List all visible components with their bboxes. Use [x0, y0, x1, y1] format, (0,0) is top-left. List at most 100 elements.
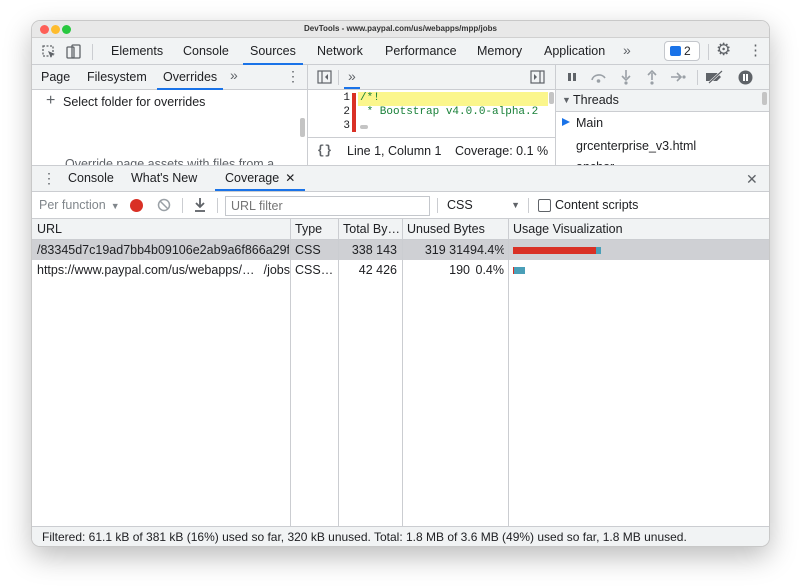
- coverage-gutter-marker: [352, 93, 356, 132]
- debugger-toolbar: [556, 65, 769, 90]
- drawer-tab-bar: ⋮ Console What's New Coverage ✕ ✕: [32, 165, 769, 192]
- title-bar: DevTools - www.paypal.com/us/webapps/mpp…: [32, 21, 769, 38]
- toggle-debugger-icon[interactable]: [530, 70, 545, 84]
- row-url: https://www.paypal.com/us/webapps/…: [37, 263, 255, 277]
- toggle-navigator-icon[interactable]: [317, 70, 332, 84]
- select-folder-button[interactable]: Select folder for overrides: [63, 95, 205, 109]
- column-unused-bytes[interactable]: Unused Bytes: [407, 219, 485, 239]
- line-number: 1: [343, 92, 350, 104]
- navigator-menu-icon[interactable]: ⋮: [286, 68, 300, 85]
- device-toolbar-icon[interactable]: [66, 44, 81, 60]
- pretty-print-icon[interactable]: {}: [317, 144, 332, 158]
- current-line-highlight: [358, 92, 548, 106]
- unused-bytes-bar: [514, 267, 525, 274]
- editor-status-bar: {} Line 1, Column 1 Coverage: 0.1 %: [308, 137, 555, 165]
- content-scripts-checkbox[interactable]: [538, 199, 551, 212]
- code-line: /*!: [360, 92, 380, 104]
- unused-bytes-bar: [596, 247, 601, 254]
- line-number: 2: [343, 106, 350, 118]
- window-title: DevTools - www.paypal.com/us/webapps/mpp…: [304, 24, 497, 33]
- column-url[interactable]: URL: [37, 219, 62, 239]
- table-row[interactable]: https://www.paypal.com/us/webapps/… /job…: [32, 260, 769, 280]
- type-filter-select[interactable]: CSS ▼: [447, 198, 520, 212]
- more-tabs-chevron-icon[interactable]: »: [623, 42, 631, 58]
- more-navigator-tabs-icon[interactable]: »: [230, 67, 238, 83]
- dropdown-arrow-icon: ▼: [511, 200, 520, 210]
- deactivate-breakpoints-icon[interactable]: [705, 70, 725, 84]
- close-tab-icon[interactable]: ✕: [285, 171, 295, 185]
- tab-network[interactable]: Network: [317, 38, 363, 65]
- sidebar-scrollbar[interactable]: [762, 92, 767, 105]
- step-out-icon[interactable]: [647, 69, 657, 85]
- overrides-scrollbar[interactable]: [300, 118, 305, 137]
- threads-header: Threads: [573, 93, 619, 107]
- pause-on-exceptions-icon[interactable]: [738, 70, 753, 85]
- tab-performance[interactable]: Performance: [385, 38, 457, 65]
- thread-item-main[interactable]: Main: [576, 116, 603, 130]
- drawer-menu-icon[interactable]: ⋮: [42, 170, 56, 187]
- column-total-bytes[interactable]: Total By…: [343, 219, 403, 239]
- line-number: 3: [343, 120, 350, 132]
- coverage-toolbar: Per function▼ CSS▼ Content scripts: [32, 192, 769, 219]
- row-url-tail: /jobs: [263, 263, 290, 277]
- fold-marker: [360, 125, 368, 129]
- current-thread-arrow-icon: [562, 118, 570, 126]
- tab-overrides[interactable]: Overrides: [157, 65, 224, 90]
- step-over-icon[interactable]: [590, 70, 608, 84]
- tab-page[interactable]: Page: [41, 65, 70, 90]
- export-download-icon[interactable]: [193, 197, 207, 213]
- column-usage-visualization[interactable]: Usage Visualization: [513, 219, 623, 239]
- tab-filesystem[interactable]: Filesystem: [87, 65, 147, 90]
- step-icon[interactable]: [670, 71, 686, 83]
- table-row[interactable]: /83345d7c19ad7bb4b09106e2ab9a6f866a29f2 …: [32, 240, 769, 260]
- column-type[interactable]: Type: [295, 219, 322, 239]
- record-icon[interactable]: [130, 199, 143, 212]
- tab-console[interactable]: Console: [183, 38, 229, 65]
- devtools-window: DevTools - www.paypal.com/us/webapps/mpp…: [32, 21, 769, 546]
- dropdown-arrow-icon: ▼: [110, 201, 120, 211]
- tab-application[interactable]: Application: [544, 38, 605, 65]
- row-unused-percent: 0.4%: [475, 263, 505, 277]
- content-scripts-label: Content scripts: [555, 198, 639, 212]
- code-editor[interactable]: 1 2 3 /*! * Bootstrap v4.0.0-alpha.2: [308, 90, 555, 137]
- drawer-tab-coverage[interactable]: Coverage ✕: [215, 166, 306, 191]
- coverage-mode-select[interactable]: Per function ▼: [39, 198, 120, 212]
- tab-memory[interactable]: Memory: [477, 38, 522, 65]
- row-type: CSS: [295, 243, 321, 257]
- coverage-status[interactable]: Coverage: 0.1 %: [455, 144, 548, 158]
- editor-scrollbar[interactable]: [549, 92, 554, 104]
- close-drawer-icon[interactable]: ✕: [746, 171, 758, 188]
- main-tab-bar: Elements Console Sources Network Perform…: [32, 38, 769, 65]
- clear-icon[interactable]: [157, 198, 171, 212]
- row-total-bytes: 42 426: [358, 263, 397, 277]
- coverage-summary: Filtered: 61.1 kB of 381 kB (16%) used s…: [32, 526, 769, 546]
- thread-item[interactable]: grcenterprise_v3.html: [576, 139, 696, 153]
- used-bytes-bar: [513, 247, 596, 254]
- row-type: CSS…: [295, 263, 334, 277]
- plus-icon: +: [46, 92, 56, 109]
- more-options-icon[interactable]: ⋮: [748, 41, 763, 59]
- row-unused-bytes: 319 314: [424, 243, 470, 257]
- step-into-icon[interactable]: [621, 69, 631, 85]
- code-line: * Bootstrap v4.0.0-alpha.2: [360, 106, 539, 118]
- tab-sources[interactable]: Sources: [243, 38, 303, 65]
- tab-elements[interactable]: Elements: [111, 38, 163, 65]
- threads-section-header[interactable]: ▼ Threads: [556, 90, 769, 112]
- settings-gear-icon[interactable]: ⚙: [716, 40, 731, 60]
- expand-triangle-icon: ▼: [562, 95, 571, 105]
- drawer-tab-console[interactable]: Console: [68, 166, 114, 191]
- editor-tab-bar: »: [308, 65, 555, 90]
- issues-badge[interactable]: 2: [664, 41, 700, 61]
- debugger-sidebar: ▼ Threads Main grcenterprise_v3.html anc…: [556, 90, 769, 174]
- drawer-tab-whats-new[interactable]: What's New: [131, 166, 197, 191]
- url-filter-input[interactable]: [225, 196, 430, 216]
- row-unused-bytes: 190: [449, 263, 470, 277]
- row-url: /83345d7c19ad7bb4b09106e2ab9a6f866a29f2: [37, 243, 289, 257]
- cursor-position: Line 1, Column 1: [347, 144, 442, 158]
- inspect-element-icon[interactable]: [42, 45, 57, 60]
- pause-icon[interactable]: [566, 71, 578, 83]
- overrides-pane: + Select folder for overrides Override p…: [32, 90, 307, 171]
- message-icon: [670, 46, 681, 56]
- coverage-table-header: URL Type Total By… Unused Bytes Usage Vi…: [32, 219, 769, 240]
- more-files-icon[interactable]: »: [344, 64, 360, 89]
